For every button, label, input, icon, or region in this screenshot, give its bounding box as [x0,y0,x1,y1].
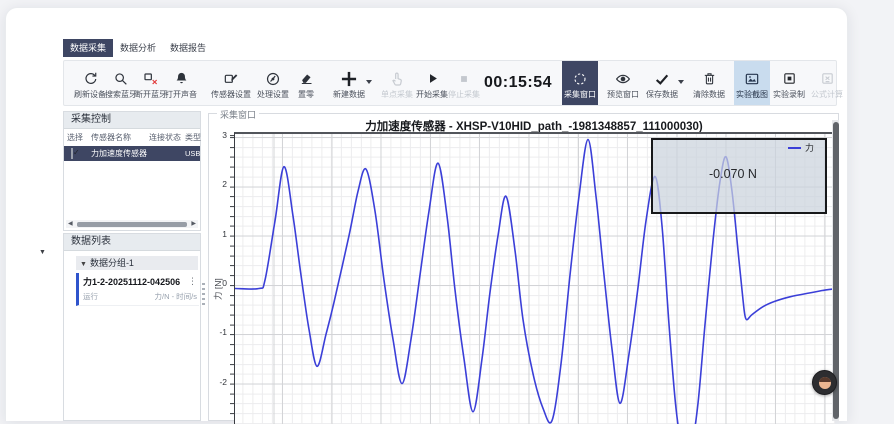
sensor-type: USB [185,149,203,158]
sensor-table-header: 选择 传感器名称 连接状态 类型 [64,129,200,146]
horizontal-scrollbar[interactable]: ◀ ▶ [66,220,198,228]
formula-calc-button[interactable]: 公式计算 [808,61,846,105]
stop-icon [457,68,471,90]
plus-icon [339,68,359,90]
main-tab-bar: 数据采集 数据分析 数据报告 [63,39,213,57]
record-icon [782,68,797,90]
y-axis-ticks: 3210-1-2 [209,132,228,422]
search-bluetooth-button[interactable]: 搜索蓝牙 [106,61,136,105]
sensor-settings-button[interactable]: 传感器设置 [208,61,254,105]
data-item-state: 运行 [83,291,98,302]
y-tick-label: -2 [208,377,227,387]
scrollbar-thumb[interactable] [77,222,188,227]
formula-icon [820,68,835,90]
bluetooth-off-icon [143,68,159,90]
process-settings-button[interactable]: 处理设置 [254,61,292,105]
trash-icon [702,68,717,90]
refresh-icon [82,68,98,90]
acquisition-window-button[interactable]: 采集窗口 [562,61,598,105]
refresh-device-button[interactable]: 刷新设备 [74,61,106,105]
data-list-item[interactable]: 力1-2-20251112-042506 ⋮ 运行 力/N - 时间/s [76,273,199,306]
save-data-button[interactable]: 保存数据 [642,61,682,105]
chart-plot-area[interactable]: -0.070 N 力 [234,132,835,424]
tab-data-report[interactable]: 数据报告 [163,39,213,57]
start-acquire-button[interactable]: 开始采集 [416,61,448,105]
scroll-left-arrow-icon[interactable]: ◀ [66,220,75,228]
y-tick-label: 1 [208,229,227,239]
new-data-dropdown-caret[interactable] [366,80,372,84]
sidebar-splitter-handle[interactable] [202,283,205,305]
experiment-screenshot-button[interactable]: 实验截图 [734,61,770,105]
data-item-axes: 力/N - 时间/s [155,291,198,302]
y-axis-label: 力 [N] [212,278,224,300]
data-list-header: 数据列表 [64,234,200,251]
acquisition-timer: 00:15:54 [484,74,552,92]
disconnect-bluetooth-button[interactable]: 断开蓝牙 [136,61,166,105]
play-icon [425,68,440,90]
column-connection-status: 连接状态 [149,132,185,143]
new-data-button[interactable]: 新建数据 [328,61,370,105]
sensor-checkbox[interactable] [71,148,73,159]
eraser-icon [299,68,314,90]
snapshot-icon [744,68,760,90]
sensor-name: 力加速度传感器 [91,148,149,159]
sound-on-button[interactable]: 打开声音 [166,61,196,105]
chart-legend: 力 [788,141,814,154]
assistant-avatar-button[interactable] [812,370,837,395]
legend-label: 力 [805,141,814,154]
legend-line-swatch-icon [788,147,801,149]
check-icon [654,68,670,90]
sensor-table-row[interactable]: 力加速度传感器 USB [64,146,200,161]
single-point-acquire-button[interactable]: 单点采集 [378,61,416,105]
preview-window-button[interactable]: 预览窗口 [604,61,642,105]
acquisition-window-groupbox: 采集窗口 力加速度传感器 - XHSP-V10HID_path_-1981348… [208,113,839,421]
app-window: 数据采集 数据分析 数据报告 刷新设备 搜索蓝牙 断开蓝牙 [5,7,848,421]
data-list-panel: 数据列表 ▼数据分组-1 力1-2-20251112-042506 ⋮ 运行 力… [63,233,201,421]
y-tick-label: 2 [208,179,227,189]
search-icon [113,68,129,90]
dashed-circle-icon [572,68,588,90]
y-tick-label: -1 [208,327,227,337]
sensor-settings-icon [223,68,239,90]
data-item-title: 力1-2-20251112-042506 [83,275,180,288]
tab-data-acquisition[interactable]: 数据采集 [63,39,113,57]
save-data-dropdown-caret[interactable] [678,80,684,84]
bell-icon [174,68,189,90]
column-type: 类型 [185,132,203,143]
y-tick-label: 3 [208,130,227,140]
acquisition-control-panel: 采集控制 选择 传感器名称 连接状态 类型 力加速度传感器 USB ◀ ▶ [63,111,201,231]
zero-button[interactable]: 置零 [292,61,320,105]
eye-icon [615,68,631,90]
sidebar-collapse-arrow-icon[interactable]: ▼ [39,249,46,256]
item-menu-icon[interactable]: ⋮ [188,276,197,287]
stop-acquire-button[interactable]: 停止采集 [448,61,480,105]
group-expand-caret-icon[interactable]: ▼ [80,261,87,268]
scroll-right-arrow-icon[interactable]: ▶ [189,220,198,228]
gauge-icon [265,68,281,90]
experiment-record-button[interactable]: 实验录制 [770,61,808,105]
screen: { "tabs": [ {"label": "数据采集", "active": … [0,0,894,420]
acquisition-control-header: 采集控制 [64,112,200,129]
column-sensor-name: 传感器名称 [91,132,149,143]
touch-icon [389,68,405,90]
force-reading-annotation: -0.070 N [709,167,757,181]
clear-data-button[interactable]: 清除数据 [690,61,728,105]
toolbar: 刷新设备 搜索蓝牙 断开蓝牙 打开声音 传感器设置 [63,60,837,106]
tab-data-analysis[interactable]: 数据分析 [113,39,163,57]
avatar-icon [819,377,831,389]
column-select: 选择 [67,132,91,143]
data-group-row[interactable]: ▼数据分组-1 [76,256,198,270]
